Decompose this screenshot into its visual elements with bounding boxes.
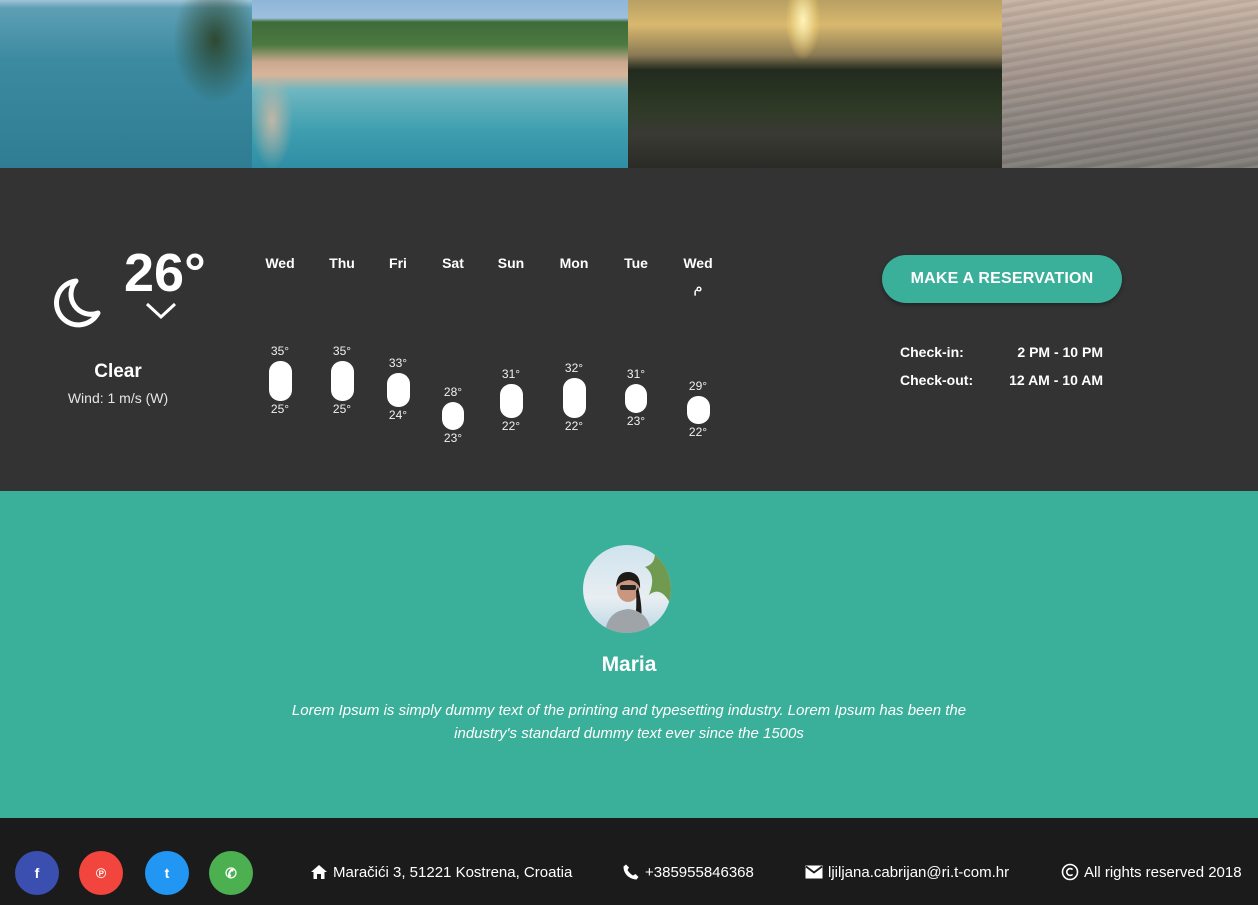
photo-sea[interactable] [0,0,252,168]
testimonial-text: Lorem Ipsum is simply dummy text of the … [291,702,967,742]
forecast-high-label: 32° [564,361,584,376]
forecast-temp-range-bar [330,361,354,401]
whatsapp-icon: ✆ [225,864,237,881]
home-icon [311,865,327,879]
forecast-day-name: Wed [265,255,295,271]
forecast-temp-range-bar [442,401,464,430]
twitter-icon: t [164,865,170,881]
make-reservation-button[interactable]: MAKE A RESERVATION [882,255,1122,303]
mail-icon [805,865,823,879]
forecast-temp-range-bar [386,372,410,407]
forecast-temp-range-bar [562,378,586,419]
forecast-high-label: 28° [443,384,463,399]
pinterest-icon: ℗ [95,865,107,881]
forecast-day-name: Mon [559,255,589,271]
photo-beach[interactable] [252,0,628,168]
wind-info: Wind: 1 m/s (W) [67,390,169,406]
checkout-label: Check-out: [900,372,974,388]
avatar [583,545,671,633]
checkin-label: Check-in: [900,344,964,360]
whatsapp-button[interactable]: ✆ [209,851,253,895]
forecast-low-label: 24° [388,407,408,422]
forecast-low-label: 22° [501,419,521,434]
copyright-item: All rights reserved 2018 [1061,862,1242,882]
forecast-temp-range-bar [268,361,292,401]
testimonial-name: Maria [601,653,657,676]
checkin-value: 2 PM - 10 PM [1017,344,1103,360]
forecast-high-label: 31° [626,367,646,382]
facebook-icon: f [34,865,40,881]
phone-text[interactable]: +385955846368 [645,864,754,881]
email-text[interactable]: ljiljana.cabrijan@ri.t-com.hr [828,864,1009,881]
forecast-high-label: 31° [501,367,521,382]
phone-item[interactable]: +385955846368 [622,862,754,882]
forecast-low-label: 23° [626,413,646,428]
copyright-text: All rights reserved 2018 [1084,863,1242,881]
phone-icon [623,864,639,880]
footer: f ℗ t ✆ Maračići 3, 51221 Kostrena, Croatia… [0,818,1258,905]
testimonial-section: Maria Lorem Ipsum is simply dummy text o… [0,491,1258,818]
chevron-down-icon[interactable] [144,301,178,321]
current-temperature: 26° [124,243,206,303]
checkout-value: 12 AM - 10 AM [1009,372,1103,388]
pinterest-button[interactable]: ℗ [79,851,123,895]
forecast-high-label: 35° [270,344,290,358]
forecast-weather-icon: ﻡ [693,279,703,296]
copyright-icon [1061,863,1079,881]
photo-water[interactable] [1002,0,1258,168]
address-item: Maračići 3, 51221 Kostrena, Croatia [310,862,572,882]
forecast-temp-range-bar [499,384,523,419]
forecast-high-label: 29° [688,378,708,393]
forecast-temp-range-bar [686,395,710,424]
forecast-high-label: 33° [388,355,408,370]
forecast-day-name: Tue [624,255,648,271]
forecast-low-label: 22° [688,424,708,439]
forecast-day-name: Wed [683,255,713,271]
weather-condition: Clear [94,361,142,382]
forecast-low-label: 22° [564,419,584,434]
forecast-day-name: Sun [497,255,525,271]
facebook-button[interactable]: f [15,851,59,895]
forecast-low-label: 25° [270,402,290,416]
weather-section: 26° Clear Wind: 1 m/s (W) Wed 35° 25° Thu 35… [0,168,1258,491]
photo-sunset[interactable] [628,0,1002,168]
address-text: Maračići 3, 51221 Kostrena, Croatia [333,863,573,881]
forecast-temp-range-bar [625,384,647,413]
photo-gallery [0,0,1258,168]
moon-icon [54,278,101,328]
twitter-button[interactable]: t [145,851,189,895]
email-item[interactable]: ljiljana.cabrijan@ri.t-com.hr [805,862,1009,882]
